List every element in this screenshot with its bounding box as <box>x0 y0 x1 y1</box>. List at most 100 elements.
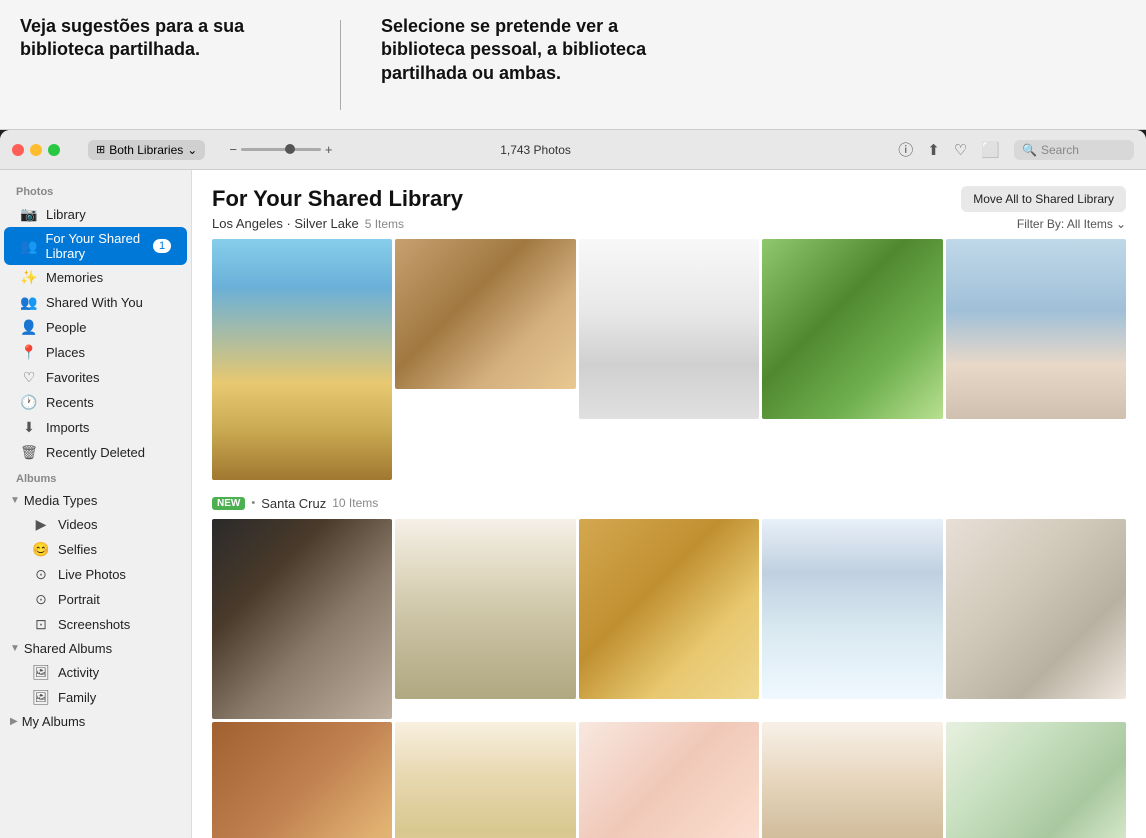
search-label: Search <box>1041 143 1079 157</box>
photo-item[interactable] <box>395 722 575 838</box>
sidebar-group-shared-albums[interactable]: ▼ Shared Albums <box>0 637 191 660</box>
filter-selector[interactable]: Filter By: All Items ⌄ <box>1017 217 1126 231</box>
sidebar-item-places[interactable]: 📍 Places <box>4 340 187 365</box>
sidebar-people-label: People <box>46 320 86 335</box>
photo-item[interactable] <box>946 722 1126 838</box>
sidebar-activity-label: Activity <box>58 665 99 680</box>
search-box[interactable]: 🔍 Search <box>1014 140 1134 160</box>
shared-with-you-icon: 👥 <box>20 294 38 311</box>
photo-item[interactable] <box>762 519 942 699</box>
sidebar-screenshots-label: Screenshots <box>58 617 130 632</box>
sidebar-favorites-label: Favorites <box>46 370 99 385</box>
sidebar-group-media-types[interactable]: ▼ Media Types <box>0 489 191 512</box>
recently-deleted-icon: 🗑 <box>20 444 38 461</box>
tooltip-divider <box>340 20 341 110</box>
activity-icon: 🖼 <box>32 664 50 681</box>
live-photos-icon: ⊙ <box>32 566 50 583</box>
selfies-icon: 😊 <box>32 541 50 558</box>
share-icon[interactable]: ⬆ <box>927 141 940 159</box>
imports-icon: ⬇ <box>20 419 38 436</box>
move-all-button[interactable]: Move All to Shared Library <box>961 186 1126 212</box>
sidebar-item-shared-with-you[interactable]: 👥 Shared With You <box>4 290 187 315</box>
chevron-down-icon: ⌄ <box>187 143 197 157</box>
photo-item[interactable] <box>212 722 392 838</box>
zoom-minus-icon[interactable]: − <box>229 142 237 157</box>
sidebar-imports-label: Imports <box>46 420 89 435</box>
places-icon: 📍 <box>20 344 38 361</box>
photo-item[interactable] <box>946 239 1126 419</box>
sidebar-item-for-shared-library[interactable]: 👥 For Your Shared Library 1 <box>4 227 187 265</box>
library-icon: ⊞ <box>96 143 105 156</box>
sidebar-item-recently-deleted[interactable]: 🗑 Recently Deleted <box>4 440 187 465</box>
sidebar-item-family[interactable]: 🖼 Family <box>4 685 187 710</box>
sidebar-item-portrait[interactable]: ⊙ Portrait <box>4 587 187 612</box>
shared-albums-chevron: ▼ <box>10 643 20 654</box>
photo-item[interactable] <box>395 239 575 389</box>
rotate-icon[interactable]: ⬜ <box>981 141 1000 159</box>
tooltip-left: Veja sugestões para a sua biblioteca par… <box>20 15 300 62</box>
titlebar: ⊞ Both Libraries ⌄ − + 1,743 Photos ⓘ ⬆ … <box>0 130 1146 170</box>
photo-item[interactable] <box>762 239 942 419</box>
page-title: For Your Shared Library <box>212 186 463 212</box>
photos-section-label: Photos <box>0 178 191 202</box>
shared-library-sidebar-icon: 👥 <box>20 238 37 255</box>
maximize-button[interactable] <box>48 144 60 156</box>
memories-icon: ✨ <box>20 269 38 286</box>
sidebar-item-favorites[interactable]: ♡ Favorites <box>4 365 187 390</box>
photo-item[interactable] <box>579 722 759 838</box>
shared-albums-label: Shared Albums <box>24 641 112 656</box>
info-icon[interactable]: ⓘ <box>898 139 913 160</box>
sidebar-family-label: Family <box>58 690 96 705</box>
photo-item[interactable] <box>579 239 759 419</box>
photo-item[interactable] <box>579 519 759 699</box>
sidebar-places-label: Places <box>46 345 85 360</box>
close-button[interactable] <box>12 144 24 156</box>
titlebar-actions: ⓘ ⬆ ♡ ⬜ 🔍 Search <box>898 139 1134 160</box>
sidebar-item-videos[interactable]: ▶ Videos <box>4 512 187 537</box>
sidebar-item-imports[interactable]: ⬇ Imports <box>4 415 187 440</box>
photo-item[interactable] <box>762 722 942 838</box>
heart-icon[interactable]: ♡ <box>954 141 967 159</box>
sidebar-item-selfies[interactable]: 😊 Selfies <box>4 537 187 562</box>
zoom-control: − + <box>229 142 332 157</box>
minimize-button[interactable] <box>30 144 42 156</box>
sidebar-item-people[interactable]: 👤 People <box>4 315 187 340</box>
photo-item[interactable] <box>212 239 392 480</box>
sidebar-selfies-label: Selfies <box>58 542 97 557</box>
media-types-label: Media Types <box>24 493 97 508</box>
sidebar-group-my-albums[interactable]: ▶ My Albums <box>0 710 191 733</box>
new-badge: NEW <box>212 497 245 510</box>
tooltip-right: Selecione se pretende ver a biblioteca p… <box>381 15 661 85</box>
sidebar-item-memories[interactable]: ✨ Memories <box>4 265 187 290</box>
section2-count: 10 Items <box>332 496 378 510</box>
zoom-plus-icon[interactable]: + <box>325 142 333 157</box>
filter-label: Filter By: All Items <box>1017 217 1113 231</box>
sidebar-item-activity[interactable]: 🖼 Activity <box>4 660 187 685</box>
recents-icon: 🕐 <box>20 394 38 411</box>
photo-grid-section2-row1 <box>212 519 1126 719</box>
content-panel: For Your Shared Library Move All to Shar… <box>192 170 1146 838</box>
photo-count: 1,743 Photos <box>500 143 571 157</box>
people-icon: 👤 <box>20 319 38 336</box>
zoom-slider[interactable] <box>241 148 321 151</box>
app-window: ⊞ Both Libraries ⌄ − + 1,743 Photos ⓘ ⬆ … <box>0 130 1146 838</box>
section2-label: NEW • Santa Cruz 10 Items <box>212 496 1126 511</box>
photo-item[interactable] <box>212 519 392 719</box>
sidebar-item-live-photos[interactable]: ⊙ Live Photos <box>4 562 187 587</box>
sidebar-portrait-label: Portrait <box>58 592 100 607</box>
zoom-thumb <box>285 144 295 154</box>
sidebar-recently-deleted-label: Recently Deleted <box>46 445 145 460</box>
sidebar-item-screenshots[interactable]: ⊡ Screenshots <box>4 612 187 637</box>
photo-item[interactable] <box>946 519 1126 699</box>
sidebar-library-label: Library <box>46 207 86 222</box>
sidebar-item-library[interactable]: 📷 Library <box>4 202 187 227</box>
library-selector[interactable]: ⊞ Both Libraries ⌄ <box>88 140 205 160</box>
sidebar: Photos 📷 Library 👥 For Your Shared Libra… <box>0 170 192 838</box>
content-header: For Your Shared Library Move All to Shar… <box>212 186 1126 212</box>
videos-icon: ▶ <box>32 516 50 533</box>
sidebar-recents-label: Recents <box>46 395 94 410</box>
sidebar-item-recents[interactable]: 🕐 Recents <box>4 390 187 415</box>
chevron-icon: ▼ <box>10 495 20 506</box>
albums-section-label: Albums <box>0 465 191 489</box>
photo-item[interactable] <box>395 519 575 699</box>
